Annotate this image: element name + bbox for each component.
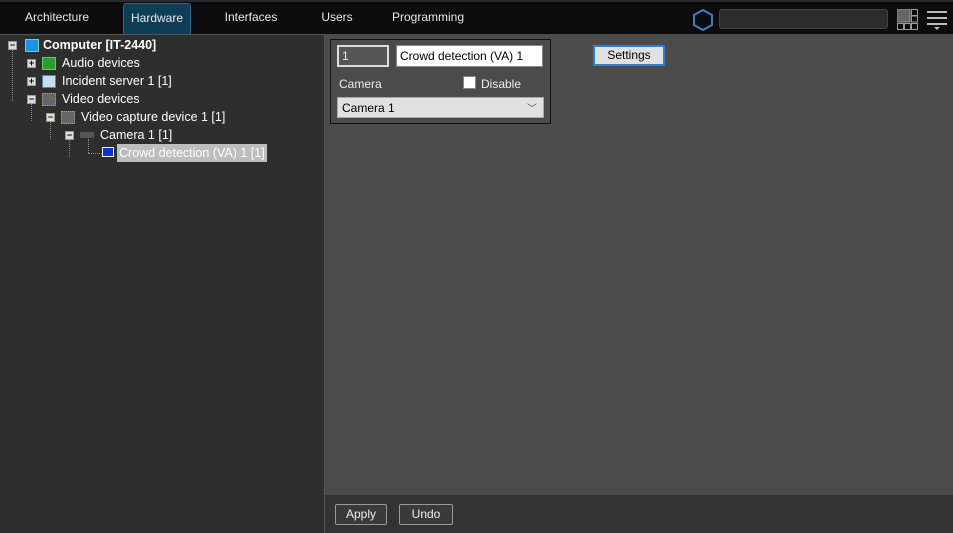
hardware-tree: − Computer [IT-2440] + Audio devices + I… xyxy=(0,34,325,533)
camera-label: Camera xyxy=(339,77,382,91)
tab-programming[interactable]: Programming xyxy=(388,3,468,35)
server-icon xyxy=(42,75,56,88)
capture-chip-icon xyxy=(61,111,75,124)
camera-select[interactable]: Camera 1 ﹀ xyxy=(337,97,544,118)
apply-button[interactable]: Apply xyxy=(335,504,387,525)
tree-label: Video devices xyxy=(62,92,140,106)
tree-node-camera[interactable]: − Camera 1 [1] xyxy=(0,126,300,144)
tree-label: Incident server 1 [1] xyxy=(62,74,172,88)
tree-node-incident-server[interactable]: + Incident server 1 [1] xyxy=(0,72,300,90)
expand-icon[interactable]: + xyxy=(27,59,36,68)
disable-checkbox[interactable] xyxy=(463,76,476,89)
tree-label: Computer [IT-2440] xyxy=(43,38,157,52)
id-input[interactable] xyxy=(337,45,389,67)
footer-bar: Apply Undo xyxy=(325,495,953,533)
tree-node-audio-devices[interactable]: + Audio devices xyxy=(0,54,300,72)
collapse-icon[interactable]: − xyxy=(8,41,17,50)
properties-panel: Camera Disable Camera 1 ﹀ Settings xyxy=(325,34,953,495)
tree-node-crowd-detection[interactable]: Crowd detection (VA) 1 [1] xyxy=(0,144,300,162)
tab-architecture[interactable]: Architecture xyxy=(18,3,96,35)
chevron-down-icon: ﹀ xyxy=(527,104,537,115)
camera-select-value: Camera 1 xyxy=(342,101,395,115)
tab-users[interactable]: Users xyxy=(314,3,360,35)
computer-icon xyxy=(25,39,39,52)
search-input[interactable] xyxy=(719,9,888,29)
tree-node-video-capture-device[interactable]: − Video capture device 1 [1] xyxy=(0,108,300,126)
camera-icon xyxy=(80,132,94,138)
collapse-icon[interactable]: − xyxy=(65,131,74,140)
tree-node-video-devices[interactable]: − Video devices xyxy=(0,90,300,108)
hamburger-menu-icon[interactable] xyxy=(927,10,947,30)
hexagon-logo-icon[interactable] xyxy=(691,8,715,32)
tree-node-computer[interactable]: − Computer [IT-2440] xyxy=(0,36,300,54)
collapse-icon[interactable]: − xyxy=(46,113,55,122)
tree-label: Audio devices xyxy=(62,56,140,70)
undo-button[interactable]: Undo xyxy=(399,504,453,525)
tree-label: Crowd detection (VA) 1 [1] xyxy=(117,144,267,162)
settings-button[interactable]: Settings xyxy=(593,45,665,66)
name-input[interactable] xyxy=(396,45,543,67)
expand-icon[interactable]: + xyxy=(27,77,36,86)
detector-settings-group: Camera Disable Camera 1 ﹀ xyxy=(330,39,551,124)
tab-interfaces[interactable]: Interfaces xyxy=(218,3,284,35)
disable-label[interactable]: Disable xyxy=(481,77,521,91)
tree-label: Video capture device 1 [1] xyxy=(81,110,226,124)
layout-grid-icon[interactable] xyxy=(897,9,918,30)
top-nav: Architecture Hardware Interfaces Users P… xyxy=(0,0,953,35)
tab-hardware[interactable]: Hardware xyxy=(123,3,191,35)
collapse-icon[interactable]: − xyxy=(27,95,36,104)
detector-icon xyxy=(102,147,114,157)
tree-label: Camera 1 [1] xyxy=(100,128,173,142)
video-chip-icon xyxy=(42,93,56,106)
audio-card-icon xyxy=(42,57,56,70)
